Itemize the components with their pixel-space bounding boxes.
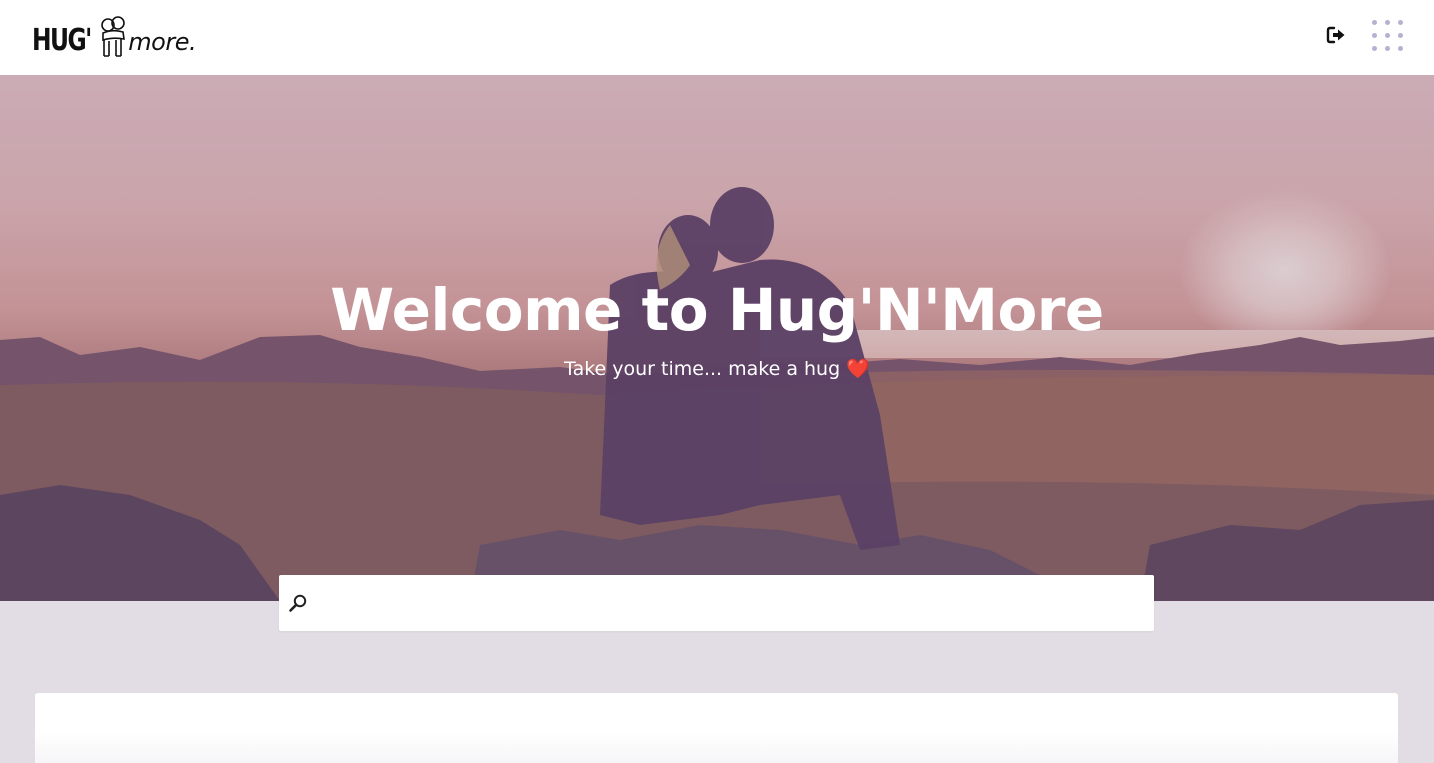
apps-menu-button[interactable] bbox=[1372, 20, 1404, 52]
search-bar[interactable] bbox=[279, 575, 1154, 631]
logo-brand-word: HUG' bbox=[32, 23, 92, 58]
apps-grid-icon bbox=[1372, 33, 1377, 38]
search-icon bbox=[289, 594, 307, 612]
logo-tagline-word: more. bbox=[128, 28, 197, 56]
apps-grid-icon bbox=[1385, 33, 1390, 38]
top-header: HUG' more. bbox=[0, 0, 1434, 75]
logout-button[interactable] bbox=[1325, 24, 1347, 46]
hero-subtitle: Take your time... make a hug bbox=[564, 358, 841, 380]
hero-title: Welcome to Hug'N'More bbox=[330, 276, 1104, 344]
hero-banner: Welcome to Hug'N'More Take your time... … bbox=[0, 75, 1434, 601]
search-input[interactable] bbox=[315, 583, 1139, 625]
apps-grid-icon bbox=[1385, 20, 1390, 25]
apps-grid-icon bbox=[1398, 20, 1403, 25]
apps-grid-icon bbox=[1398, 33, 1403, 38]
apps-grid-icon bbox=[1385, 46, 1390, 51]
apps-grid-icon bbox=[1372, 46, 1377, 51]
heart-icon: ❤️ bbox=[846, 358, 870, 380]
apps-grid-icon bbox=[1398, 46, 1403, 51]
content-card bbox=[35, 693, 1398, 763]
brand-logo[interactable]: HUG' more. bbox=[32, 16, 197, 58]
hugging-couple-logo-icon bbox=[101, 16, 126, 57]
logout-icon bbox=[1326, 26, 1345, 44]
apps-grid-icon bbox=[1372, 20, 1377, 25]
hero-subtitle-line: Take your time... make a hug ❤️ bbox=[0, 355, 1434, 383]
